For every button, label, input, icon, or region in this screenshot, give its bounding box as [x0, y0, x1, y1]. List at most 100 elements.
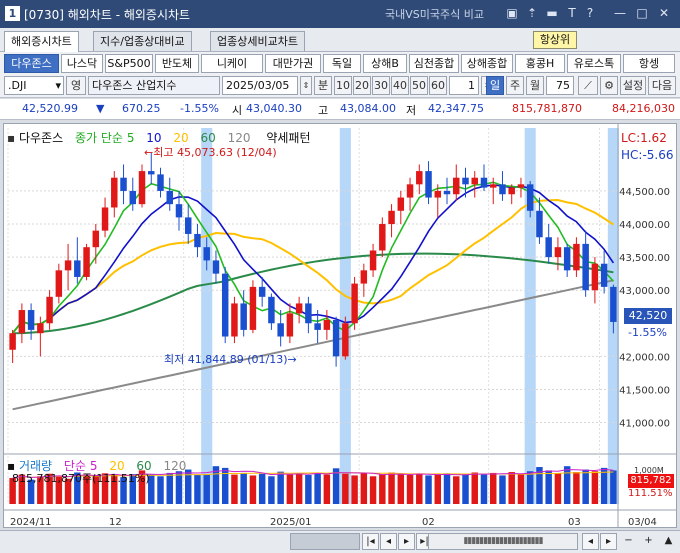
index-shanghai-composite[interactable]: 상해종합 [461, 54, 513, 73]
volume-bar [434, 474, 442, 504]
scroll-forward-icon[interactable]: ▸ [600, 533, 617, 550]
index-hongkong-h[interactable]: 홍콩H [515, 54, 565, 73]
draw-tool-icon[interactable]: ⟋ [578, 76, 598, 95]
volume-bar [166, 472, 173, 504]
candle-body [37, 323, 44, 334]
scroll-prev-icon[interactable]: ◂ [380, 533, 397, 550]
volume-current-pct: 111.51% [628, 488, 673, 499]
symbol-select[interactable]: .DJI ▾ [4, 76, 64, 95]
volume-value-label: 815,781,870주(111.51%) [12, 472, 150, 485]
unit-month[interactable]: 월 [526, 76, 544, 95]
scroll-first-icon[interactable]: |◂ [362, 533, 379, 550]
scroll-back-icon[interactable]: ◂ [582, 533, 599, 550]
legend-square-icon: ▪ [7, 131, 16, 145]
candle-body [64, 260, 72, 271]
gear-icon[interactable]: ⚙ [600, 76, 618, 95]
period-50[interactable]: 50 [410, 76, 428, 95]
volume-bar [480, 474, 488, 504]
candle-body [277, 323, 284, 337]
price-change: 670.25 [122, 102, 161, 115]
chart-panel[interactable]: 44,500.00 44,000.00 43,500.00 43,000.00 42,0… [3, 123, 677, 528]
candle-body [55, 270, 63, 297]
calendar-spin-icon[interactable]: ⇕ [300, 76, 312, 95]
minimize-icon[interactable]: — [612, 5, 628, 21]
open-price: 43,040.30 [246, 102, 302, 115]
candle-body [129, 190, 137, 205]
index-dowjones[interactable]: 다우존스 [4, 54, 59, 73]
volume-bar [416, 473, 423, 504]
next-button[interactable]: 다음 [648, 76, 676, 95]
y-tick-label: 44,500.00 [619, 187, 670, 198]
tab-row: 해외증시차트 지수/업종상대비교 업종상세비교차트 [0, 28, 680, 52]
candle-body [610, 286, 617, 322]
tab-sector-detail[interactable]: 업종상세비교차트 [210, 31, 305, 51]
tab-overseas-chart[interactable]: 해외증시차트 [4, 31, 79, 52]
candle-body [563, 247, 571, 271]
candle-body [305, 303, 312, 324]
index-eurostoxx[interactable]: 유로스톡 [567, 54, 621, 73]
candle-body [434, 190, 442, 198]
control-row: .DJI ▾ 영 다우존스 산업지수 2025/03/05 ⇕ 분 10 20 … [0, 74, 680, 98]
high-label: 고 [318, 104, 329, 117]
date-field[interactable]: 2025/03/05 [222, 76, 298, 95]
candle-body [83, 247, 90, 277]
index-semiconductor[interactable]: 반도체 [155, 54, 199, 73]
unit-week[interactable]: 주 [506, 76, 524, 95]
candle-body [517, 184, 525, 188]
candle-body [471, 177, 478, 185]
index-hangseng[interactable]: 항셍 [623, 54, 675, 73]
index-taiwan[interactable]: 대만가권 [265, 54, 321, 73]
eng-toggle[interactable]: 영 [66, 76, 86, 95]
close-icon[interactable]: ✕ [656, 5, 672, 21]
index-germany[interactable]: 독일 [323, 54, 361, 73]
help-icon[interactable]: ? [582, 5, 598, 21]
period-40[interactable]: 40 [391, 76, 409, 95]
pin-icon[interactable]: ⇡ [524, 5, 540, 21]
index-shanghai-b[interactable]: 상해B [363, 54, 407, 73]
legend-ma10: 10 [146, 131, 162, 145]
period-60[interactable]: 60 [429, 76, 447, 95]
zoom-in-icon[interactable]: + [640, 533, 657, 550]
maximize-icon[interactable]: □ [634, 5, 650, 21]
low-label: 저 [406, 104, 417, 117]
zoom-slider[interactable]: ▮▮▮▮▮▮▮▮▮▮▮▮▮▮▮▮▮▮▮▮ [428, 533, 578, 550]
scroll-track[interactable] [290, 533, 360, 550]
index-nasdaq[interactable]: 나스닥 [61, 54, 103, 73]
bars-field[interactable]: 75 [546, 76, 574, 95]
candle-body [46, 296, 53, 324]
index-shenzhen[interactable]: 심천종합 [409, 54, 459, 73]
chart-icon[interactable]: ▣ [504, 5, 520, 21]
volume-bar [332, 468, 340, 504]
index-nikkei[interactable]: 니케이 [201, 54, 263, 73]
volume-bar [508, 472, 515, 504]
settings-button[interactable]: 설정 [620, 76, 646, 95]
candle-body [489, 184, 497, 188]
period-30[interactable]: 30 [372, 76, 390, 95]
high-note-arrow-icon: ← [144, 146, 154, 159]
low-note-arrow-icon: → [287, 353, 297, 366]
scroll-next-icon[interactable]: ▸ [398, 533, 415, 550]
count-field[interactable]: 1 [449, 76, 479, 95]
minute-button[interactable]: 분 [314, 76, 332, 95]
tab-relative-compare[interactable]: 지수/업종상대비교 [93, 31, 192, 51]
window-number: 1 [5, 6, 20, 21]
volume-value: 815,781,870 [512, 102, 582, 115]
index-sp500[interactable]: S&P500 [105, 54, 153, 73]
unit-day[interactable]: 일 [486, 76, 504, 95]
compare-link[interactable]: 국내VS미국주식 비교 [385, 6, 484, 22]
period-20[interactable]: 20 [353, 76, 371, 95]
zoom-out-icon[interactable]: − [620, 533, 637, 550]
always-on-top-button[interactable]: 항상위 [533, 31, 577, 49]
high-price: 43,084.00 [340, 102, 396, 115]
text-icon[interactable]: T [564, 5, 580, 21]
candle-body [508, 187, 515, 195]
fit-icon[interactable]: ▲ [660, 533, 677, 550]
index-row: 다우존스 나스닥 S&P500 반도체 니케이 대만가권 독일 상해B 심천종합… [0, 52, 680, 74]
volume-bar [157, 476, 164, 504]
legend-pattern: 약세패턴 [266, 131, 311, 145]
candle-body [397, 197, 405, 211]
volume-bar [379, 474, 386, 504]
period-10[interactable]: 10 [334, 76, 352, 95]
minus-icon[interactable]: ▬ [544, 5, 560, 21]
candle-body [286, 313, 294, 337]
